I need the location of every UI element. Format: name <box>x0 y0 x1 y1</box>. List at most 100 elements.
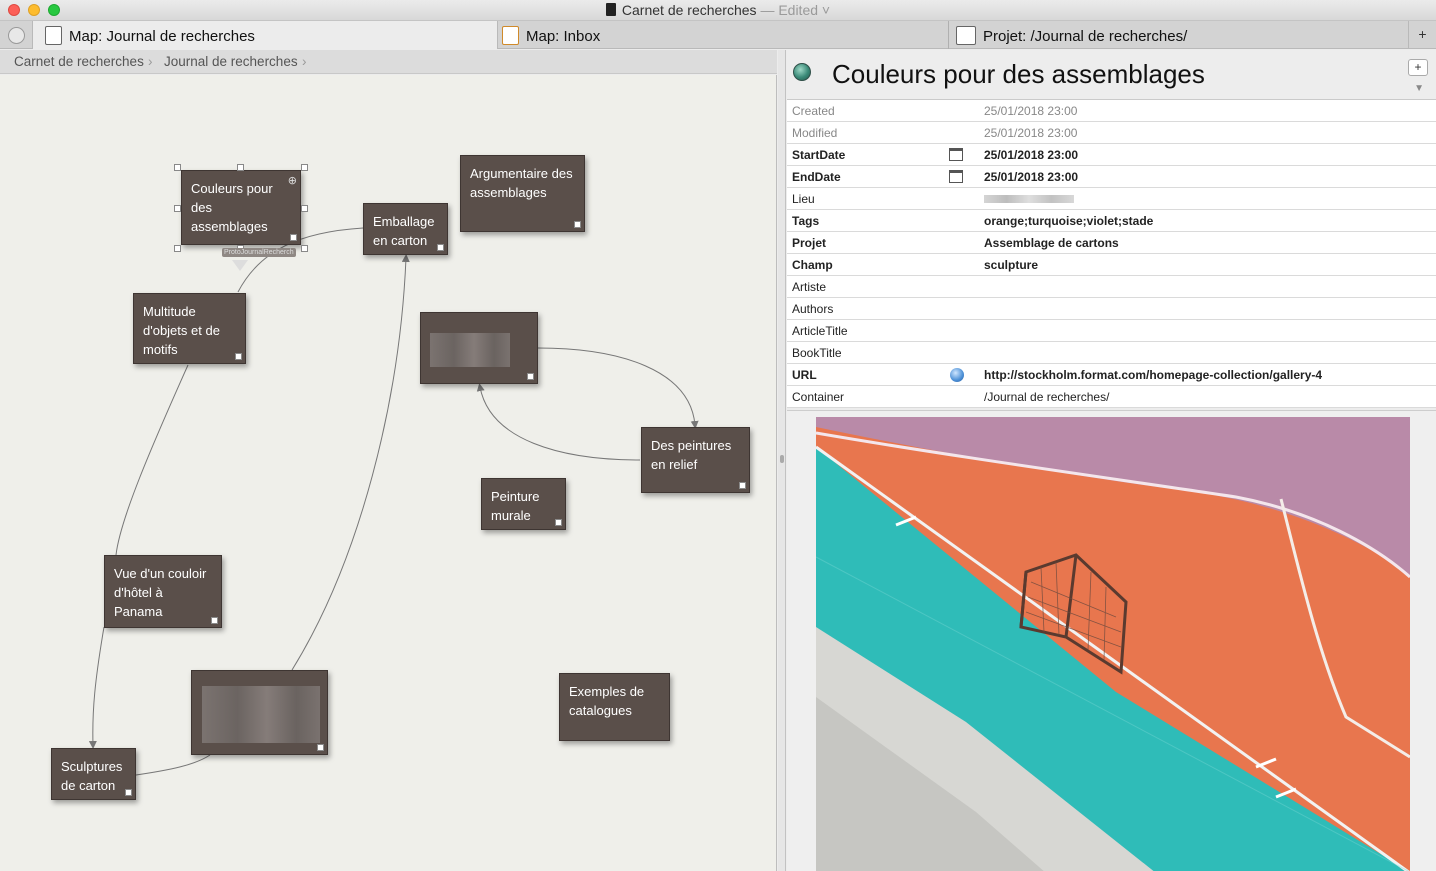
tab-map-inbox[interactable]: Map: Inbox <box>498 21 948 49</box>
map-note-blurred-2[interactable] <box>191 670 328 755</box>
selection-handle[interactable] <box>301 205 308 212</box>
map-view[interactable]: Couleurs pour des assemblages ⊕ ProtoJou… <box>0 75 777 871</box>
map-note-multitude[interactable]: Multitude d'objets et de motifs <box>133 293 246 364</box>
attribute-row-container[interactable]: Container /Journal de recherches/ <box>787 386 1436 408</box>
note-label: Couleurs pour des assemblages <box>191 181 273 234</box>
resize-icon[interactable] <box>574 221 581 228</box>
map-note-couleurs[interactable]: Couleurs pour des assemblages ⊕ <box>181 170 301 245</box>
selection-handle[interactable] <box>237 164 244 171</box>
map-note-argumentaire[interactable]: Argumentaire des assemblages <box>460 155 585 232</box>
selection-handle[interactable] <box>174 245 181 252</box>
attribute-value[interactable]: http://stockholm.format.com/homepage-col… <box>984 368 1322 382</box>
tab-bar: Map: Journal de recherches Map: Inbox Pr… <box>0 21 1436 49</box>
attribute-key: Authors <box>792 302 834 316</box>
selection-handle[interactable] <box>301 164 308 171</box>
note-label: Multitude d'objets et de motifs <box>143 304 220 357</box>
tab-status-icon[interactable] <box>8 27 25 44</box>
map-note-couloir[interactable]: Vue d'un couloir d'hôtel à Panama <box>104 555 222 628</box>
attribute-row-champ[interactable]: Champ sculpture <box>787 254 1436 276</box>
attribute-value: 25/01/2018 23:00 <box>984 126 1078 140</box>
window-title-text: Carnet de recherches <box>621 2 757 18</box>
map-note-sculptures[interactable]: Sculptures de carton <box>51 748 136 800</box>
collapse-chevron-icon[interactable]: ▼ <box>1414 83 1424 94</box>
redacted-value <box>984 195 1074 203</box>
add-tab-button[interactable]: + <box>1408 21 1436 49</box>
link-drag-arrow-icon[interactable] <box>232 260 248 271</box>
note-badge-icon[interactable] <box>793 63 811 81</box>
resize-icon[interactable] <box>211 617 218 624</box>
note-title[interactable]: Couleurs pour des assemblages <box>832 59 1205 90</box>
map-note-peintures[interactable]: Des peintures en relief <box>641 427 750 493</box>
globe-icon[interactable] <box>950 368 964 382</box>
attribute-row-lieu[interactable]: Lieu <box>787 188 1436 210</box>
attribute-key: BookTitle <box>792 346 842 360</box>
map-view-icon <box>502 26 519 45</box>
calendar-icon[interactable] <box>949 170 963 183</box>
pane-splitter[interactable] <box>778 50 786 871</box>
attribute-row-booktitle[interactable]: BookTitle <box>787 342 1436 364</box>
text-pane: Couleurs pour des assemblages + ▼ Create… <box>787 50 1436 871</box>
tab-label: Map: Journal de recherches <box>69 28 255 45</box>
resize-icon[interactable] <box>739 482 746 489</box>
note-label: Argumentaire des assemblages <box>470 166 573 200</box>
attribute-key: Lieu <box>792 192 815 206</box>
link-line <box>115 364 189 556</box>
map-note-exemples[interactable]: Exemples de catalogues <box>559 673 670 741</box>
attribute-key: StartDate <box>792 148 846 162</box>
breadcrumb-item[interactable]: Carnet de recherches <box>14 54 144 69</box>
map-note-murale[interactable]: Peinture murale <box>481 478 566 530</box>
attribute-key: EndDate <box>792 170 841 184</box>
map-note-blurred[interactable] <box>420 312 538 384</box>
splitter-grip-icon <box>780 455 784 463</box>
attribute-value[interactable]: 25/01/2018 23:00 <box>984 170 1078 184</box>
document-icon <box>605 3 616 16</box>
attribute-value: 25/01/2018 23:00 <box>984 104 1078 118</box>
attribute-row-enddate[interactable]: EndDate 25/01/2018 23:00 <box>787 166 1436 188</box>
attribute-value[interactable]: sculpture <box>984 258 1038 272</box>
selection-handle[interactable] <box>174 164 181 171</box>
tab-map-journal[interactable]: Map: Journal de recherches <box>32 21 498 49</box>
attribute-row-authors[interactable]: Authors <box>787 298 1436 320</box>
attribute-row-projet[interactable]: Projet Assemblage de cartons <box>787 232 1436 254</box>
resize-icon[interactable] <box>437 244 444 251</box>
attribute-row-tags[interactable]: Tags orange;turquoise;violet;stade <box>787 210 1436 232</box>
note-label: Vue d'un couloir d'hôtel à Panama <box>114 566 207 619</box>
map-note-emballage[interactable]: Emballage en carton <box>363 203 448 255</box>
add-attribute-button[interactable]: + <box>1408 59 1428 76</box>
key-attributes-table: Created 25/01/2018 23:00 Modified 25/01/… <box>787 100 1436 408</box>
selection-handle[interactable] <box>301 245 308 252</box>
resize-icon[interactable] <box>290 234 297 241</box>
attribute-value[interactable]: 25/01/2018 23:00 <box>984 148 1078 162</box>
note-label: Sculptures de carton <box>61 759 123 793</box>
calendar-icon[interactable] <box>949 148 963 161</box>
attribute-row-url[interactable]: URL http://stockholm.format.com/homepage… <box>787 364 1436 386</box>
attribute-value[interactable]: Assemblage de cartons <box>984 236 1119 250</box>
attribute-value[interactable]: orange;turquoise;violet;stade <box>984 214 1153 228</box>
note-label: Exemples de catalogues <box>569 684 645 718</box>
tab-projet[interactable]: Projet: /Journal de recherches/ <box>952 21 1402 49</box>
edited-status[interactable]: — Edited ˅ <box>760 2 830 18</box>
note-text-area[interactable] <box>787 410 1436 871</box>
link-line <box>291 254 410 671</box>
attribute-row-modified: Modified 25/01/2018 23:00 <box>787 122 1436 144</box>
breadcrumb-item[interactable]: Journal de recherches <box>164 54 298 69</box>
selection-handle[interactable] <box>174 205 181 212</box>
note-label: Emballage en carton <box>373 214 435 248</box>
attribute-value[interactable]: /Journal de recherches/ <box>984 390 1109 404</box>
link-line <box>537 347 699 429</box>
attribute-key: ArticleTitle <box>792 324 848 338</box>
title-bar: Carnet de recherches — Edited ˅ <box>0 0 1436 21</box>
attribute-row-artiste[interactable]: Artiste <box>787 276 1436 298</box>
tab-label: Projet: /Journal de recherches/ <box>983 28 1188 45</box>
resize-icon[interactable] <box>235 353 242 360</box>
resize-icon[interactable] <box>555 519 562 526</box>
resize-icon[interactable] <box>527 373 534 380</box>
resize-icon[interactable] <box>125 789 132 796</box>
attribute-key: URL <box>792 368 817 382</box>
court-photo-drawing <box>816 417 1410 871</box>
add-child-icon[interactable]: ⊕ <box>288 172 297 191</box>
attribute-row-startdate[interactable]: StartDate 25/01/2018 23:00 <box>787 144 1436 166</box>
note-header: Couleurs pour des assemblages + ▼ <box>787 50 1436 100</box>
resize-icon[interactable] <box>317 744 324 751</box>
attribute-row-articletitle[interactable]: ArticleTitle <box>787 320 1436 342</box>
